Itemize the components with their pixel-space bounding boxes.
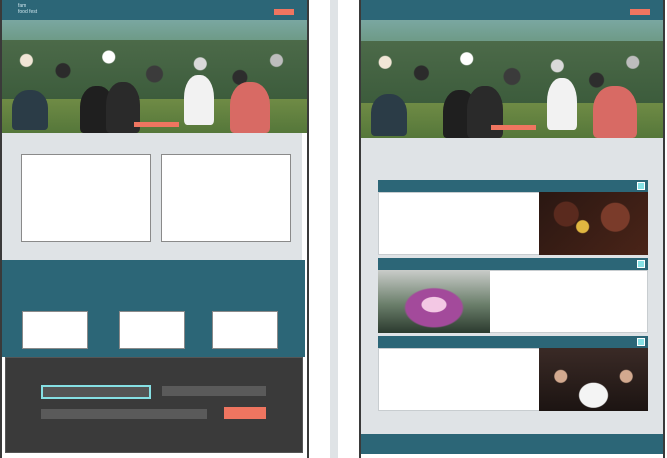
mobile-mockup-left: fam food fest: [0, 0, 309, 458]
person-figure: [467, 86, 503, 138]
contact-form: [5, 357, 303, 453]
card-3: [378, 336, 648, 412]
card-expand-toggle[interactable]: [637, 260, 645, 268]
feature-section: [2, 133, 302, 260]
header-menu-button[interactable]: [630, 9, 650, 15]
person-figure: [230, 82, 270, 133]
card-title-bar: [378, 258, 648, 270]
header-menu-button[interactable]: [274, 9, 294, 15]
submit-button[interactable]: [224, 407, 266, 419]
person-figure: [12, 90, 48, 130]
name-input[interactable]: [41, 385, 151, 399]
info-box-2: [119, 311, 185, 349]
card-title-bar: [378, 336, 648, 348]
cards-section: [361, 138, 663, 432]
card-expand-toggle[interactable]: [637, 182, 645, 190]
card-2: [378, 258, 648, 334]
hero-crowd-image: [2, 20, 307, 133]
message-input[interactable]: [41, 409, 207, 419]
person-figure: [547, 78, 577, 130]
site-header: fam food fest: [2, 0, 307, 20]
restaurant-group-photo: [539, 348, 648, 411]
hero-cta-button[interactable]: [491, 125, 536, 130]
food-platter-photo: [539, 192, 648, 255]
site-logo[interactable]: fam food fest: [18, 3, 37, 15]
mockup-divider: [330, 0, 338, 458]
concert-stage-photo: [378, 270, 490, 333]
person-figure: [593, 86, 637, 138]
hero-crowd-image: [361, 20, 663, 138]
hero-cta-button[interactable]: [134, 122, 179, 127]
feature-box-2: [161, 154, 291, 242]
card-expand-toggle[interactable]: [637, 338, 645, 346]
site-header: [361, 0, 663, 20]
card-1: [378, 180, 648, 256]
info-box-3: [212, 311, 278, 349]
person-figure: [371, 94, 407, 136]
info-box-1: [22, 311, 88, 349]
logo-line-2: food fest: [18, 9, 38, 15]
feature-box-1: [21, 154, 151, 242]
mobile-mockup-right: [359, 0, 665, 458]
card-title-bar: [378, 180, 648, 192]
info-section: [2, 260, 305, 357]
site-footer: [361, 432, 663, 454]
person-figure: [184, 75, 214, 125]
email-input[interactable]: [162, 386, 266, 396]
